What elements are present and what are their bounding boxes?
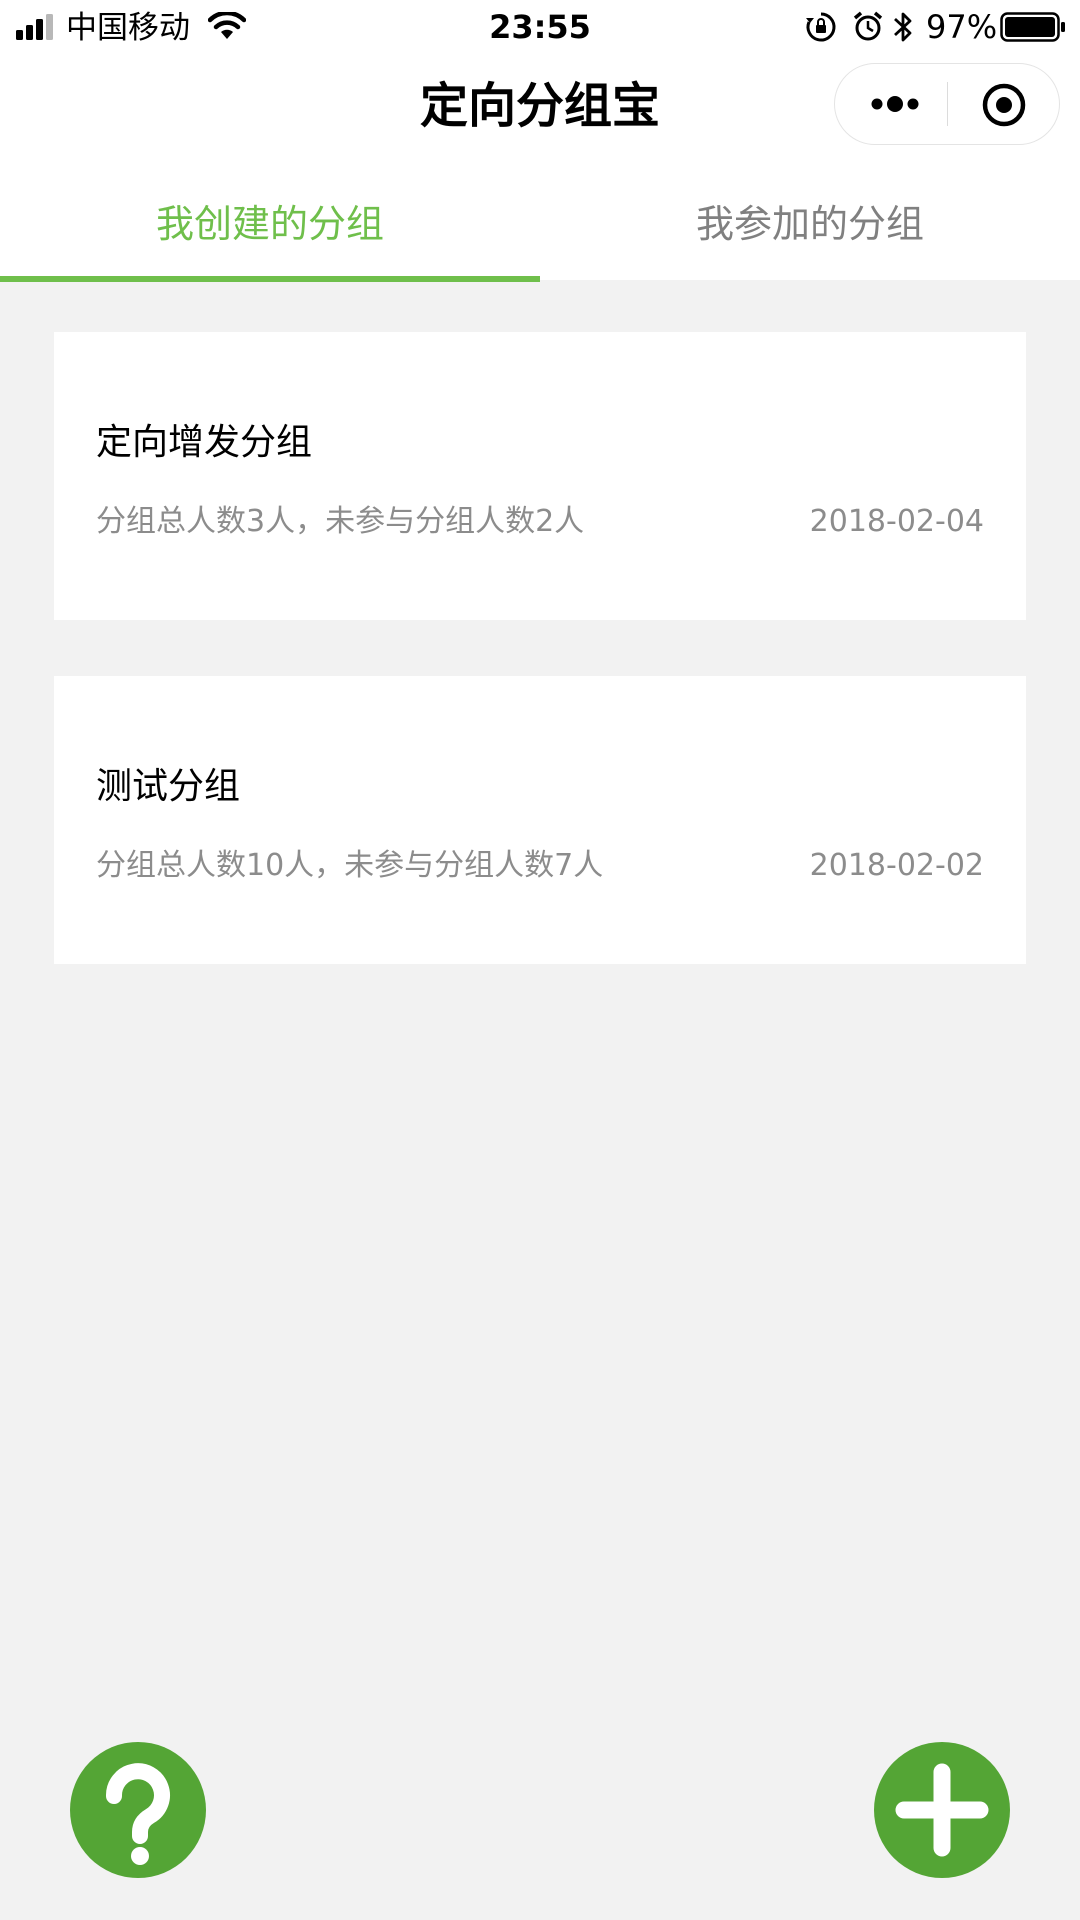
status-bar: 中国移动 23:55 97%: [0, 0, 1080, 56]
tab-bar: 我创建的分组 我参加的分组: [0, 186, 1080, 282]
bluetooth-icon: [894, 12, 912, 42]
group-name: 定向增发分组: [96, 422, 313, 463]
question-icon: [106, 1763, 170, 1865]
plus-icon: [895, 1763, 989, 1857]
group-summary: 分组总人数10人，未参与分组人数7人: [96, 848, 604, 883]
alarm-icon: [853, 11, 883, 41]
rotation-lock-icon: [806, 12, 836, 42]
battery-icon: [1000, 12, 1065, 42]
tab-created-groups[interactable]: 我创建的分组: [0, 186, 540, 280]
group-date: 2018-02-02: [809, 848, 984, 883]
close-miniprogram-icon[interactable]: [981, 82, 1027, 128]
add-group-button[interactable]: [874, 1742, 1010, 1878]
group-card[interactable]: 测试分组 分组总人数10人，未参与分组人数7人 2018-02-02: [54, 676, 1026, 964]
capsule-divider: [947, 82, 948, 126]
active-tab-indicator: [0, 276, 540, 282]
battery-percent: 97%: [926, 8, 998, 46]
status-time: 23:55: [489, 8, 591, 46]
header-area: 中国移动 23:55 97% 定向分组宝 我创建的分组 我参加的分组: [0, 0, 1080, 282]
group-name: 测试分组: [96, 766, 241, 807]
tab-joined-groups[interactable]: 我参加的分组: [540, 186, 1080, 280]
help-button[interactable]: [70, 1742, 206, 1878]
capsule-menu: [834, 63, 1060, 145]
group-summary: 分组总人数3人，未参与分组人数2人: [96, 504, 585, 539]
group-date: 2018-02-04: [809, 504, 984, 539]
group-card[interactable]: 定向增发分组 分组总人数3人，未参与分组人数2人 2018-02-04: [54, 332, 1026, 620]
more-icon[interactable]: [869, 90, 921, 118]
